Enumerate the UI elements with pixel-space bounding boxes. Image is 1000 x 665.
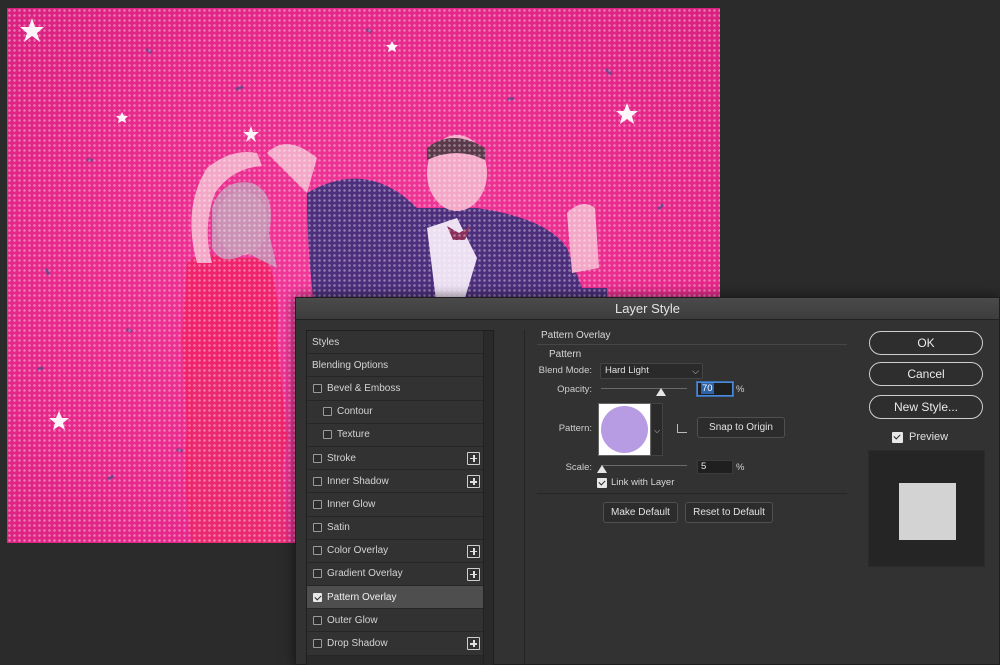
opacity-label: Opacity: — [557, 384, 592, 395]
style-item-label: Texture — [337, 429, 370, 441]
pattern-preview-dot — [601, 406, 648, 453]
reset-to-default-button[interactable]: Reset to Default — [685, 502, 773, 523]
style-item-label: Stroke — [327, 452, 356, 464]
style-item-stroke[interactable]: Stroke — [307, 446, 483, 471]
ok-button[interactable]: OK — [869, 331, 983, 355]
layer-style-dialog: Layer Style Styles Blending Options Bevel … — [295, 297, 1000, 665]
styles-list-scrollbar[interactable] — [483, 331, 493, 665]
style-item-color-overlay[interactable]: Color Overlay — [307, 539, 483, 563]
style-item-label: Gradient Overlay — [327, 568, 403, 580]
opacity-unit: % — [736, 384, 745, 395]
new-preset-icon[interactable] — [677, 424, 687, 433]
preview-label: Preview — [909, 431, 949, 443]
style-checkbox[interactable] — [313, 453, 322, 463]
style-item-label: Pattern Overlay — [327, 591, 397, 603]
style-item-inner-glow[interactable]: Inner Glow — [307, 493, 483, 517]
style-checkbox[interactable] — [313, 476, 322, 486]
style-checkbox[interactable] — [313, 639, 322, 649]
style-item-drop-shadow[interactable]: Drop Shadow — [307, 632, 483, 656]
add-effect-plus-icon[interactable] — [467, 567, 480, 581]
panel-title: Pattern Overlay — [541, 330, 611, 341]
scale-label: Scale: — [565, 462, 592, 473]
style-checkbox[interactable] — [313, 546, 322, 556]
styles-list: Styles Blending Options Bevel & Emboss Cont… — [306, 330, 494, 665]
style-item-inner-shadow[interactable]: Inner Shadow — [307, 470, 483, 494]
pattern-overlay-panel: Pattern Overlay Pattern Blend Mode: Hard… — [524, 330, 848, 665]
scale-unit: % — [736, 462, 745, 473]
style-preview-swatch — [899, 483, 956, 540]
preview-checkbox[interactable] — [892, 431, 903, 443]
style-item-label: Inner Glow — [327, 498, 376, 510]
style-item-bevel-emboss[interactable]: Bevel & Emboss — [307, 377, 483, 401]
style-item-blending-options[interactable]: Blending Options — [307, 354, 483, 378]
style-item-label: Blending Options — [312, 359, 389, 371]
style-item-label: Inner Shadow — [327, 475, 389, 487]
blend-mode-value: Hard Light — [605, 365, 649, 376]
scale-input[interactable]: 5 — [697, 460, 733, 474]
style-item-styles[interactable]: Styles — [307, 331, 483, 355]
style-item-label: Bevel & Emboss — [327, 382, 401, 394]
style-checkbox[interactable] — [313, 569, 322, 579]
opacity-slider[interactable] — [601, 388, 687, 389]
group-label: Pattern — [549, 349, 582, 360]
link-with-layer-checkbox[interactable] — [597, 477, 607, 488]
style-checkbox[interactable] — [313, 499, 322, 509]
style-item-pattern-overlay[interactable]: Pattern Overlay — [307, 586, 483, 610]
scale-slider-thumb[interactable] — [597, 465, 607, 473]
opacity-input[interactable]: 70 — [697, 382, 733, 396]
new-style-button[interactable]: New Style... — [869, 395, 983, 419]
style-checkbox[interactable] — [313, 615, 322, 625]
opacity-slider-thumb[interactable] — [656, 388, 667, 396]
snap-to-origin-button[interactable]: Snap to Origin — [697, 417, 785, 438]
style-checkbox[interactable] — [323, 407, 332, 417]
style-item-label: Satin — [327, 522, 350, 534]
style-item-outer-glow[interactable]: Outer Glow — [307, 609, 483, 633]
style-item-label: Contour — [337, 406, 373, 418]
cancel-button[interactable]: Cancel — [869, 362, 983, 386]
scale-slider[interactable] — [601, 465, 687, 466]
style-item-label: Styles — [312, 336, 340, 348]
make-default-button[interactable]: Make Default — [603, 502, 678, 523]
add-effect-plus-icon[interactable] — [467, 637, 480, 651]
style-checkbox[interactable] — [323, 430, 332, 440]
style-checkbox[interactable] — [313, 523, 322, 533]
blend-mode-select[interactable]: Hard Light ⌵ — [600, 363, 703, 379]
style-item-label: Drop Shadow — [327, 638, 388, 650]
style-item-gradient-overlay[interactable]: Gradient Overlay — [307, 562, 483, 587]
link-with-layer-label: Link with Layer — [611, 477, 675, 488]
add-effect-plus-icon[interactable] — [467, 475, 480, 489]
opacity-value: 70 — [701, 383, 714, 394]
style-item-texture[interactable]: Texture — [307, 423, 483, 447]
link-with-layer-row[interactable]: Link with Layer — [597, 477, 674, 488]
style-item-contour[interactable]: Contour — [307, 400, 483, 424]
style-preview — [868, 450, 985, 567]
style-item-label: Outer Glow — [327, 614, 378, 626]
add-effect-plus-icon[interactable] — [467, 451, 480, 465]
preview-toggle[interactable]: Preview — [892, 431, 948, 443]
pattern-swatch[interactable] — [598, 403, 651, 456]
add-effect-plus-icon[interactable] — [467, 544, 480, 558]
style-checkbox[interactable] — [313, 592, 322, 602]
pattern-picker-chevron-icon[interactable]: ⌵ — [652, 403, 663, 456]
pattern-label: Pattern: — [558, 423, 592, 434]
style-checkbox[interactable] — [313, 383, 322, 393]
woman-figure — [182, 152, 287, 543]
style-item-label: Color Overlay — [327, 545, 389, 557]
blend-mode-label: Blend Mode: — [538, 365, 592, 376]
style-item-satin[interactable]: Satin — [307, 516, 483, 540]
dialog-title: Layer Style — [296, 298, 999, 320]
chevron-down-icon: ⌵ — [692, 366, 699, 376]
